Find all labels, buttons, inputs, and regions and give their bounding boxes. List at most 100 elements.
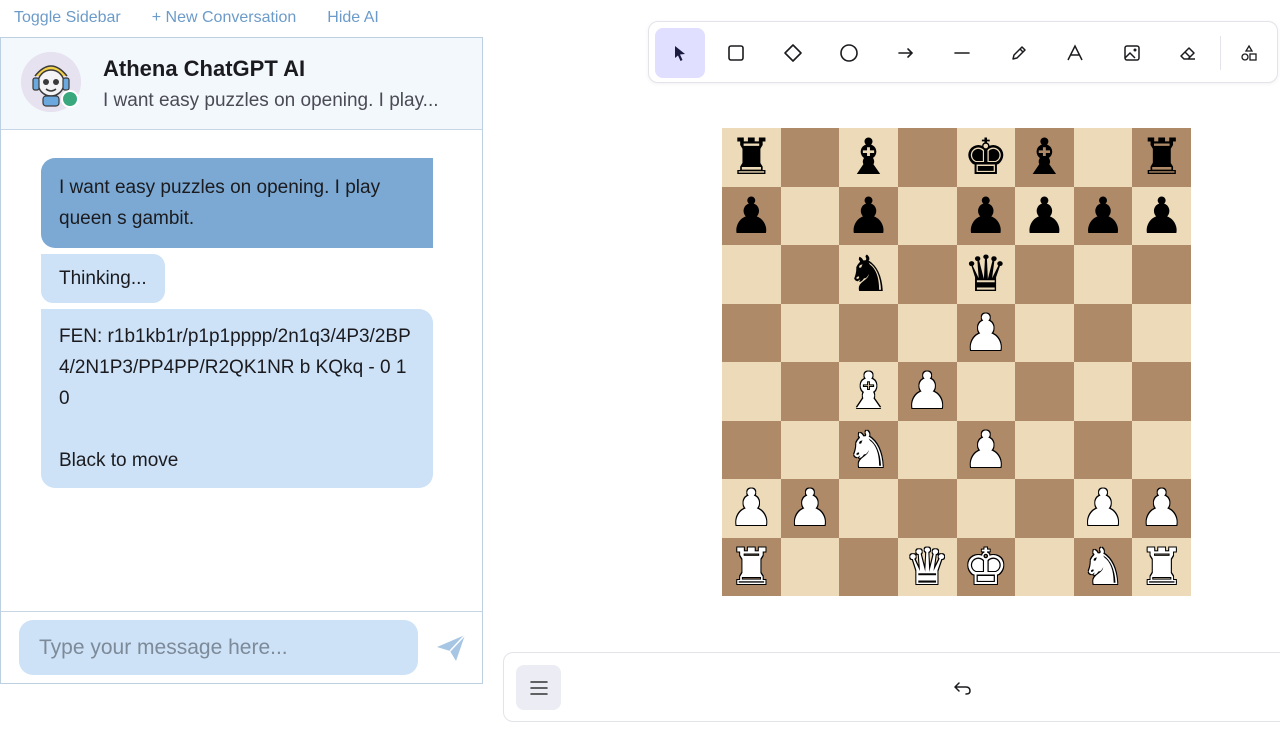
- square-d1[interactable]: ♛: [897, 537, 957, 596]
- shapes-icon[interactable]: [1224, 28, 1274, 78]
- square-b6[interactable]: [780, 245, 840, 304]
- white-pawn-piece[interactable]: ♟: [1081, 483, 1126, 533]
- pencil-icon[interactable]: [994, 28, 1044, 78]
- square-a2[interactable]: ♟: [722, 479, 781, 538]
- square-e3[interactable]: ♟: [956, 420, 1016, 479]
- hide-ai-link[interactable]: Hide AI: [327, 9, 379, 27]
- undo-icon[interactable]: [950, 675, 976, 701]
- square-b7[interactable]: [780, 186, 840, 245]
- square-g3[interactable]: [1073, 420, 1133, 479]
- square-f7[interactable]: ♟: [1015, 186, 1074, 245]
- black-pawn-piece[interactable]: ♟: [846, 191, 891, 241]
- square-b5[interactable]: [780, 303, 840, 362]
- square-a7[interactable]: ♟: [722, 186, 781, 245]
- square-a4[interactable]: [722, 362, 781, 421]
- square-e6[interactable]: ♛: [956, 245, 1016, 304]
- eraser-icon[interactable]: [1163, 28, 1213, 78]
- square-b2[interactable]: ♟: [780, 479, 840, 538]
- square-h5[interactable]: [1132, 303, 1191, 362]
- black-pawn-piece[interactable]: ♟: [1022, 191, 1067, 241]
- square-a8[interactable]: ♜: [722, 128, 781, 187]
- square-d7[interactable]: [897, 186, 957, 245]
- square-c1[interactable]: [839, 537, 898, 596]
- new-conversation-link[interactable]: + New Conversation: [152, 9, 297, 27]
- square-e1[interactable]: ♚: [956, 537, 1016, 596]
- hamburger-menu-icon[interactable]: [516, 665, 561, 710]
- square-a3[interactable]: [722, 420, 781, 479]
- image-icon[interactable]: [1107, 28, 1157, 78]
- square-e4[interactable]: [956, 362, 1016, 421]
- black-rook-piece[interactable]: ♜: [1139, 132, 1184, 182]
- white-knight-piece[interactable]: ♞: [1081, 542, 1126, 592]
- toggle-sidebar-link[interactable]: Toggle Sidebar: [14, 9, 121, 27]
- square-a5[interactable]: [722, 303, 781, 362]
- square-h2[interactable]: ♟: [1132, 479, 1191, 538]
- black-pawn-piece[interactable]: ♟: [1081, 191, 1126, 241]
- square-b3[interactable]: [780, 420, 840, 479]
- square-g1[interactable]: ♞: [1073, 537, 1133, 596]
- black-pawn-piece[interactable]: ♟: [963, 191, 1008, 241]
- white-queen-piece[interactable]: ♛: [905, 542, 950, 592]
- square-c6[interactable]: ♞: [839, 245, 898, 304]
- square-c8[interactable]: ♝: [839, 128, 898, 187]
- black-knight-piece[interactable]: ♞: [846, 249, 891, 299]
- white-rook-piece[interactable]: ♜: [1139, 542, 1184, 592]
- square-g7[interactable]: ♟: [1073, 186, 1133, 245]
- square-d3[interactable]: [897, 420, 957, 479]
- square-e8[interactable]: ♚: [956, 128, 1016, 187]
- black-pawn-piece[interactable]: ♟: [729, 191, 774, 241]
- rectangle-icon[interactable]: [711, 28, 761, 78]
- square-h6[interactable]: [1132, 245, 1191, 304]
- black-bishop-piece[interactable]: ♝: [1022, 132, 1067, 182]
- black-king-piece[interactable]: ♚: [963, 132, 1008, 182]
- cursor-icon[interactable]: [655, 28, 705, 78]
- square-h1[interactable]: ♜: [1132, 537, 1191, 596]
- square-g2[interactable]: ♟: [1073, 479, 1133, 538]
- send-icon[interactable]: [435, 632, 467, 664]
- square-f4[interactable]: [1015, 362, 1074, 421]
- square-f2[interactable]: [1015, 479, 1074, 538]
- white-king-piece[interactable]: ♚: [963, 542, 1008, 592]
- square-d6[interactable]: [897, 245, 957, 304]
- black-queen-piece[interactable]: ♛: [963, 249, 1008, 299]
- white-pawn-piece[interactable]: ♟: [729, 483, 774, 533]
- square-c4[interactable]: ♝: [839, 362, 898, 421]
- message-input[interactable]: [19, 620, 418, 675]
- white-knight-piece[interactable]: ♞: [846, 425, 891, 475]
- black-bishop-piece[interactable]: ♝: [846, 132, 891, 182]
- white-rook-piece[interactable]: ♜: [729, 542, 774, 592]
- square-d2[interactable]: [897, 479, 957, 538]
- square-c3[interactable]: ♞: [839, 420, 898, 479]
- white-pawn-piece[interactable]: ♟: [963, 425, 1008, 475]
- square-f8[interactable]: ♝: [1015, 128, 1074, 187]
- square-f6[interactable]: [1015, 245, 1074, 304]
- white-pawn-piece[interactable]: ♟: [1139, 483, 1184, 533]
- square-h3[interactable]: [1132, 420, 1191, 479]
- white-pawn-piece[interactable]: ♟: [963, 308, 1008, 358]
- square-d4[interactable]: ♟: [897, 362, 957, 421]
- square-e7[interactable]: ♟: [956, 186, 1016, 245]
- square-a1[interactable]: ♜: [722, 537, 781, 596]
- square-f3[interactable]: [1015, 420, 1074, 479]
- square-d8[interactable]: [897, 128, 957, 187]
- square-h7[interactable]: ♟: [1132, 186, 1191, 245]
- square-g6[interactable]: [1073, 245, 1133, 304]
- white-pawn-piece[interactable]: ♟: [905, 366, 950, 416]
- arrow-icon[interactable]: [881, 28, 931, 78]
- square-b8[interactable]: [780, 128, 840, 187]
- square-e5[interactable]: ♟: [956, 303, 1016, 362]
- square-b1[interactable]: [780, 537, 840, 596]
- text-icon[interactable]: [1050, 28, 1100, 78]
- square-f5[interactable]: [1015, 303, 1074, 362]
- diamond-icon[interactable]: [768, 28, 818, 78]
- square-g5[interactable]: [1073, 303, 1133, 362]
- white-pawn-piece[interactable]: ♟: [788, 483, 833, 533]
- square-g4[interactable]: [1073, 362, 1133, 421]
- square-d5[interactable]: [897, 303, 957, 362]
- square-b4[interactable]: [780, 362, 840, 421]
- line-icon[interactable]: [937, 28, 987, 78]
- black-pawn-piece[interactable]: ♟: [1139, 191, 1184, 241]
- square-g8[interactable]: [1073, 128, 1133, 187]
- square-h8[interactable]: ♜: [1132, 128, 1191, 187]
- square-h4[interactable]: [1132, 362, 1191, 421]
